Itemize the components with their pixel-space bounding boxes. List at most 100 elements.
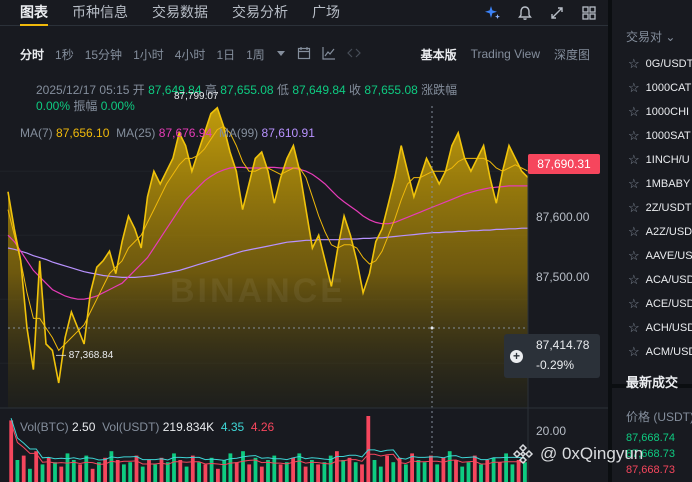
- ai-sparkle-icon[interactable]: [484, 4, 502, 22]
- star-icon[interactable]: ☆: [628, 224, 640, 240]
- pair-item[interactable]: ☆ ACM/USD: [628, 344, 692, 360]
- layout-grid-icon[interactable]: [580, 4, 598, 22]
- star-icon[interactable]: ☆: [628, 248, 640, 264]
- volume-bar: [147, 460, 151, 482]
- tab-coin-info[interactable]: 币种信息: [72, 0, 128, 26]
- volume-bar: [65, 453, 70, 482]
- star-icon[interactable]: ☆: [628, 344, 640, 360]
- volume-bar: [460, 466, 465, 482]
- code-icon[interactable]: [346, 46, 361, 63]
- ma7-value: 87,656.10: [56, 126, 110, 140]
- star-icon[interactable]: ☆: [628, 104, 640, 120]
- view-basic[interactable]: 基本版: [421, 46, 457, 63]
- volume-bar: [410, 453, 414, 482]
- volume-bar: [197, 462, 201, 482]
- interval-1h[interactable]: 1小时: [133, 46, 164, 63]
- ma-legend: MA(7) 87,656.10 MA(25) 87,676.94 MA(99) …: [20, 126, 315, 140]
- interval-1s[interactable]: 1秒: [55, 46, 74, 63]
- view-depth[interactable]: 深度图: [554, 46, 590, 63]
- pair-item[interactable]: ☆ ACE/USD: [628, 296, 692, 312]
- volume-bar: [228, 453, 233, 482]
- star-icon[interactable]: ☆: [628, 56, 640, 72]
- expand-icon[interactable]: [548, 4, 566, 22]
- star-icon[interactable]: ☆: [628, 320, 640, 336]
- tab-square[interactable]: 广场: [312, 0, 340, 26]
- interval-time[interactable]: 分时: [20, 46, 44, 63]
- cursor-price-tag[interactable]: + 87,414.78 -0.29%: [504, 334, 600, 378]
- volume-bar: [247, 464, 252, 482]
- vol-ma2-value: 4.26: [250, 420, 275, 434]
- tab-trading-analysis[interactable]: 交易分析: [232, 0, 288, 26]
- pair-item[interactable]: ☆ 2Z/USDT: [628, 200, 692, 216]
- add-alert-icon[interactable]: +: [510, 350, 523, 363]
- pair-item[interactable]: ☆ ACH/USD: [628, 320, 692, 336]
- price-tick-87500: 87,500.00: [536, 270, 590, 284]
- volume-bar: [209, 457, 214, 482]
- pair-label: 1000CAT: [645, 82, 692, 94]
- volume-bar: [316, 464, 320, 482]
- pair-item[interactable]: ☆ 1000CAT: [628, 80, 691, 96]
- interval-1d[interactable]: 1日: [216, 46, 235, 63]
- star-icon[interactable]: ☆: [628, 80, 640, 96]
- volume-bar: [134, 455, 139, 482]
- volume-bar: [103, 457, 107, 482]
- volume-bar: [28, 468, 32, 482]
- star-icon[interactable]: ☆: [628, 128, 640, 144]
- pair-item[interactable]: ☆ A2Z/USD: [628, 224, 692, 240]
- star-icon[interactable]: ☆: [628, 176, 640, 192]
- volume-bar: [347, 457, 352, 482]
- volume-bar: [385, 455, 389, 482]
- pair-item[interactable]: ☆ 0G/USDT: [628, 56, 692, 72]
- volume-bar: [491, 457, 496, 482]
- trades-price-header: 价格 (USDT): [626, 410, 692, 424]
- tab-trading-data[interactable]: 交易数据: [152, 0, 208, 26]
- volume-bar: [241, 451, 245, 482]
- pair-label: 1MBABY: [645, 178, 691, 190]
- pair-item[interactable]: ☆ ACA/USD: [628, 272, 692, 288]
- interval-1w[interactable]: 1周: [246, 46, 265, 63]
- volume-bar: [422, 462, 427, 482]
- change-label: 涨跌幅: [421, 83, 458, 97]
- star-icon[interactable]: ☆: [628, 152, 640, 168]
- pair-label: ACA/USD: [645, 274, 692, 286]
- trade-price: 87,668.73: [626, 464, 675, 476]
- high-value: 87,655.08: [220, 83, 274, 97]
- trades-title: 最新成交: [626, 375, 679, 390]
- volume-bar: [15, 460, 20, 482]
- volume-bar: [115, 460, 120, 482]
- interval-4h[interactable]: 4小时: [175, 46, 206, 63]
- pair-label: 2Z/USDT: [645, 202, 692, 214]
- pair-item[interactable]: ☆ 1000CHI: [628, 104, 689, 120]
- star-icon[interactable]: ☆: [628, 200, 640, 216]
- star-icon[interactable]: ☆: [628, 272, 640, 288]
- pair-item[interactable]: ☆ 1INCH/U: [628, 152, 690, 168]
- vol-btc-label: Vol(BTC): [20, 420, 69, 434]
- ohlc-datetime: 2025/12/17 05:15: [36, 83, 130, 97]
- interval-15m[interactable]: 15分钟: [85, 46, 122, 63]
- volume-bar: [404, 464, 408, 482]
- ohlc-info: 2025/12/17 05:15 开 87,649.84 高 87,655.08…: [36, 82, 457, 114]
- interval-dropdown-icon[interactable]: [276, 47, 286, 61]
- volume-bar: [90, 468, 95, 482]
- pair-item[interactable]: ☆ 1000SAT: [628, 128, 691, 144]
- volume-bar: [335, 451, 339, 482]
- bell-icon[interactable]: [516, 4, 534, 22]
- volume-bar: [109, 451, 114, 482]
- pairs-header[interactable]: 交易对 ⌄: [626, 28, 675, 45]
- star-icon[interactable]: ☆: [628, 296, 640, 312]
- calendar-icon[interactable]: [297, 46, 311, 63]
- pair-item[interactable]: ☆ AAVE/US: [628, 248, 692, 264]
- indicator-icon[interactable]: [322, 46, 336, 63]
- volume-bar: [97, 462, 101, 482]
- tab-chart[interactable]: 图表: [20, 0, 48, 26]
- current-price-tag: 87,690.31: [528, 154, 600, 174]
- volume-bar: [216, 468, 220, 482]
- volume-bar: [53, 462, 57, 482]
- author-handle: @ 0xQingyun: [540, 444, 644, 463]
- cursor-price: 87,414.78: [536, 338, 590, 352]
- pair-item[interactable]: ☆ 1MBABY: [628, 176, 690, 192]
- volume-bar: [253, 457, 258, 482]
- author-watermark: @ 0xQingyun: [512, 443, 643, 465]
- view-tradingview[interactable]: Trading View: [471, 47, 540, 61]
- volume-bar: [59, 466, 64, 482]
